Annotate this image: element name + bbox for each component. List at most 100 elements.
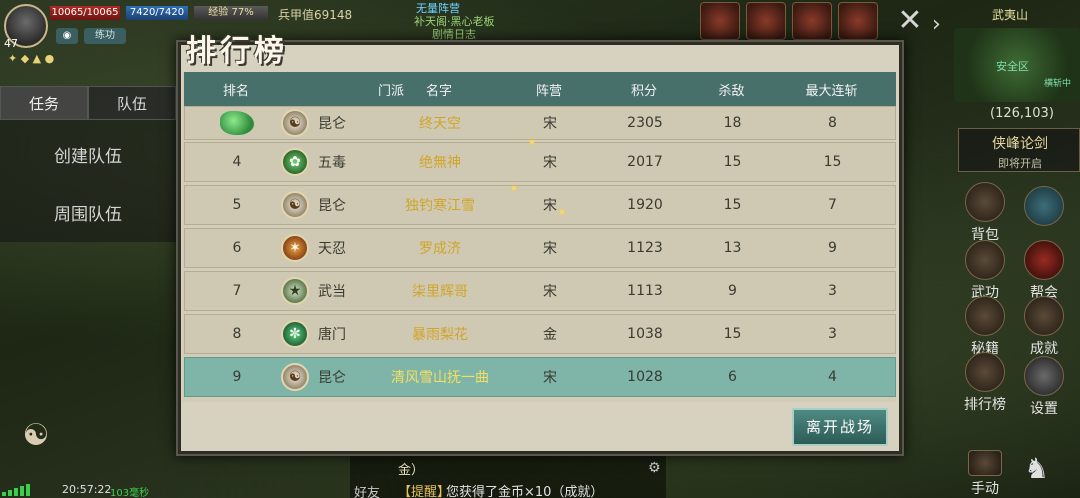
manual-button[interactable]: 手动 xyxy=(960,450,1010,498)
table-row[interactable]: 4 ✿ 五毒 绝無神 宋 2017 15 15 xyxy=(184,142,896,182)
name-cell: 柒里辉哥 xyxy=(412,284,468,300)
ranking-label: 排行榜 xyxy=(964,397,1006,413)
meditate-icon[interactable]: ☯ xyxy=(18,418,54,458)
camp-cell: 宋 xyxy=(543,284,557,300)
secret-book-button[interactable]: 秘籍 xyxy=(960,296,1010,358)
create-team-button[interactable]: 创建队伍 xyxy=(0,142,176,167)
top-activity-icons xyxy=(700,2,878,40)
rank-cell: 7 xyxy=(232,283,242,299)
manual-icon xyxy=(968,450,1002,476)
modal-title: 排行榜 xyxy=(186,34,288,69)
settings-button[interactable]: 设置 xyxy=(1019,356,1069,418)
manual-label: 手动 xyxy=(971,481,999,497)
mp-bar: 7420/7420 xyxy=(126,6,188,20)
signal-icon xyxy=(2,484,60,496)
table-row[interactable]: 6 ✶ 天忍 罗成济 宋 1123 13 9 xyxy=(184,228,896,268)
rank-cell: 5 xyxy=(232,197,242,213)
bag-button[interactable]: 背包 xyxy=(960,182,1010,244)
ranking-button[interactable]: 排行榜 xyxy=(960,352,1010,414)
camera-icon[interactable]: ◉ xyxy=(56,28,78,44)
score-cell: 1113 xyxy=(627,283,663,299)
armor-value: 兵甲值69148 xyxy=(278,8,353,22)
activity-icon[interactable] xyxy=(838,2,878,40)
score-cell: 1123 xyxy=(627,240,663,256)
camp-cell: 宋 xyxy=(543,155,557,171)
friends-button[interactable]: 好友 xyxy=(354,482,380,498)
table-row[interactable]: ☯ 昆仑 终天空 宋 2305 18 8 xyxy=(184,106,896,140)
faction-cell: 昆仑 xyxy=(318,116,346,132)
book-icon xyxy=(965,240,1005,280)
kills-cell: 15 xyxy=(723,326,742,342)
rank-cell xyxy=(185,107,289,139)
streak-cell: 8 xyxy=(828,115,837,131)
kunlun-emblem-icon: ☯ xyxy=(281,363,309,391)
activity-icon[interactable] xyxy=(792,2,832,40)
table-row[interactable]: 7 ★ 武当 柒里辉哥 宋 1113 9 3 xyxy=(184,271,896,311)
chat-line: 金） xyxy=(398,463,425,478)
sparkle-effect xyxy=(512,186,516,190)
header-max-streak: 最大连斩 xyxy=(805,83,858,99)
streak-cell: 7 xyxy=(828,197,837,213)
header-kills: 杀敌 xyxy=(718,83,745,99)
camp-cell: 金 xyxy=(543,327,557,343)
settings-label: 设置 xyxy=(1030,401,1058,417)
table-row[interactable]: 5 ☯ 昆仑 独钓寒江雪 宋 1920 15 7 xyxy=(184,185,896,225)
event-subtitle: 即将开启 xyxy=(998,157,1042,170)
kunlun-emblem-icon: ☯ xyxy=(281,191,309,219)
table-row[interactable]: 8 ✼ 唐门 暴雨梨花 金 1038 15 3 xyxy=(184,314,896,354)
kills-cell: 6 xyxy=(728,369,737,385)
buff-icons: ✦ ◆ ▲ ● xyxy=(8,52,55,65)
minimap-status: 横斩中 xyxy=(1044,79,1072,89)
menu-grid-button[interactable] xyxy=(1019,186,1069,228)
chat-settings-icon[interactable]: ⚙ xyxy=(648,460,661,476)
event-banner[interactable]: 侠峰论剑 即将开启 xyxy=(958,128,1080,172)
tab-quests[interactable]: 任务 xyxy=(0,86,88,120)
streak-cell: 15 xyxy=(823,154,842,170)
chevron-right-icon[interactable]: › xyxy=(932,12,941,37)
kunlun-emblem-icon: ☯ xyxy=(281,109,309,137)
clock: 20:57:22 xyxy=(62,483,112,496)
streak-cell: 3 xyxy=(828,326,837,342)
chat-message: 您获得了金币×10（成就） xyxy=(446,485,604,498)
activity-icon[interactable] xyxy=(700,2,740,40)
mount-icon[interactable]: ♞ xyxy=(1024,452,1049,485)
train-button[interactable]: 练功 xyxy=(84,28,126,44)
event-title: 侠峰论剑 xyxy=(992,136,1048,152)
kills-cell: 9 xyxy=(728,283,737,299)
leave-battlefield-button[interactable]: 离开战场 xyxy=(792,408,888,446)
ranking-icon xyxy=(965,352,1005,392)
tangmen-emblem-icon: ✼ xyxy=(281,320,309,348)
bag-icon xyxy=(965,182,1005,222)
activity-icon[interactable] xyxy=(746,2,786,40)
faction-cell: 天忍 xyxy=(318,241,346,257)
sparkle-effect xyxy=(530,140,534,144)
rank-cell: 9 xyxy=(232,369,242,385)
score-cell: 2017 xyxy=(627,154,663,170)
camp-cell: 宋 xyxy=(543,370,557,386)
kills-cell: 15 xyxy=(723,154,742,170)
rank-cell: 8 xyxy=(232,326,242,342)
score-cell: 1028 xyxy=(627,369,663,385)
rank-cell: 4 xyxy=(232,154,242,170)
martial-button[interactable]: 武功 xyxy=(960,240,1010,302)
exp-bar: 经验 77% xyxy=(194,6,268,20)
achievement-button[interactable]: 成就 xyxy=(1019,296,1069,358)
score-cell: 2305 xyxy=(627,115,663,131)
tab-team[interactable]: 队伍 xyxy=(88,86,176,120)
crossed-swords-icon[interactable]: ✕ xyxy=(892,4,928,40)
tianren-emblem-icon: ✶ xyxy=(281,234,309,262)
camp-cell: 宋 xyxy=(543,198,557,214)
guild-button[interactable]: 帮会 xyxy=(1019,240,1069,302)
nearby-teams-button[interactable]: 周围队伍 xyxy=(0,200,176,225)
table-header: 排名 门派 名字 阵营 积分 杀敌 最大连斩 xyxy=(184,72,896,106)
team-panel: 创建队伍 周围队伍 xyxy=(0,120,176,242)
score-cell: 1038 xyxy=(627,326,663,342)
table-row-self[interactable]: 9 ☯ 昆仑 清风雪山抚一曲 宋 1028 6 4 xyxy=(184,357,896,397)
left-tabs: 任务 队伍 xyxy=(0,86,176,120)
jade-icon xyxy=(220,111,254,135)
chat-channel-tag: 【提醒】 xyxy=(398,485,451,498)
kills-cell: 15 xyxy=(723,197,742,213)
name-cell: 终天空 xyxy=(419,116,461,132)
wudang-emblem-icon: ★ xyxy=(281,277,309,305)
name-cell: 绝無神 xyxy=(419,155,461,171)
